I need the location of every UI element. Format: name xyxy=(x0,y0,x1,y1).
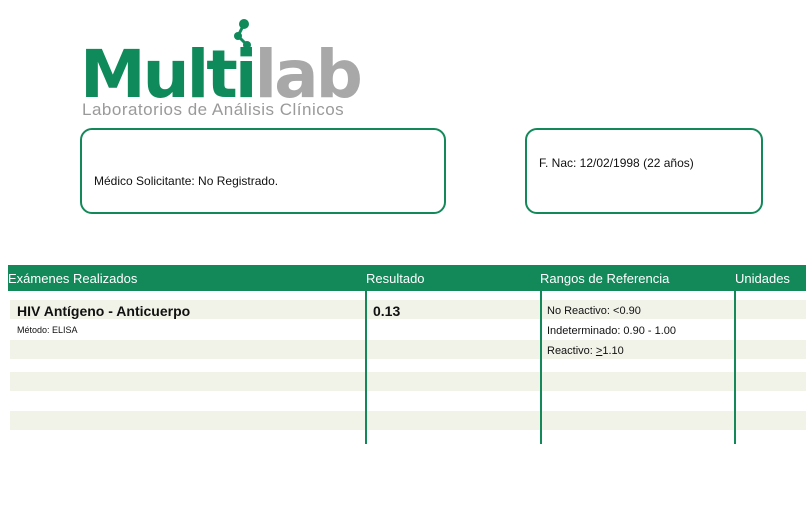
exam-name: HIV Antígeno - Anticuerpo xyxy=(17,303,191,319)
requesting-doctor: Médico Solicitante: No Registrado. xyxy=(94,174,279,188)
ref-reactive-value: 1.10 xyxy=(602,345,624,357)
header-units: Unidades xyxy=(735,271,790,286)
ref-nonreactive: No Reactivo: <0.90 xyxy=(547,305,641,317)
column-divider xyxy=(540,291,542,444)
column-divider xyxy=(365,291,367,444)
ref-reactive-prefix: Reactivo: xyxy=(547,345,596,357)
table-row-band xyxy=(10,340,806,359)
logo-tagline: Laboratorios de Análisis Clínicos xyxy=(82,100,345,119)
multilab-logo: Multilab Laboratorios de Análisis Clínic… xyxy=(80,18,363,122)
birth-info-box: F. Nac: 12/02/1998 (22 años) xyxy=(525,128,763,214)
header-reference: Rangos de Referencia xyxy=(540,271,670,286)
logo-wordmark: Multilab xyxy=(80,42,363,108)
table-row-band xyxy=(10,372,806,391)
ref-indeterminate: Indeterminado: 0.90 - 1.00 xyxy=(547,325,677,337)
column-divider xyxy=(734,291,736,444)
header-exams: Exámenes Realizados xyxy=(8,271,138,286)
table-row-band xyxy=(10,411,806,430)
ref-reactive: Reactivo: >1.10 xyxy=(547,345,624,357)
exam-result: 0.13 xyxy=(373,303,401,319)
header-result: Resultado xyxy=(366,271,425,286)
results-table-header: Exámenes Realizados Resultado Rangos de … xyxy=(8,265,806,291)
exam-method: Método: ELISA xyxy=(17,325,78,335)
birth-date: F. Nac: 12/02/1998 (22 años) xyxy=(539,156,694,170)
doctor-info-box: Médico Solicitante: No Registrado. xyxy=(80,128,446,214)
